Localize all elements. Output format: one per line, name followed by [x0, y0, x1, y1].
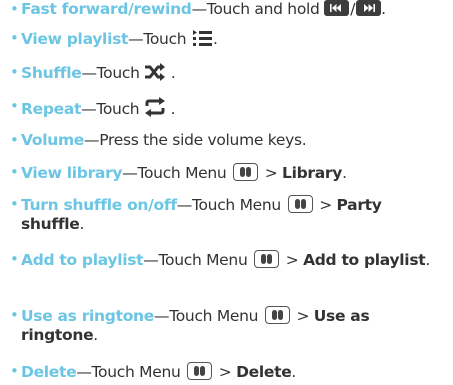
menu-key-icon: [287, 195, 313, 213]
bullet: •: [10, 97, 19, 115]
list-item: • Shuffle—Touch .: [10, 63, 448, 86]
menu-key-icon: [264, 306, 290, 324]
item-gt: >: [281, 251, 304, 269]
item-gt: >: [314, 196, 337, 214]
list-item: • View library—Touch Menu > Library.: [10, 163, 448, 183]
item-text: —Press the side volume keys.: [84, 131, 307, 149]
list-item: • Delete—Touch Menu > Delete.: [10, 362, 448, 382]
item-text: —Touch Menu: [154, 307, 263, 325]
playlist-icon: [191, 29, 213, 52]
item-term: Repeat: [21, 100, 82, 118]
item-term: Volume: [21, 131, 85, 149]
menu-key-icon: [187, 362, 213, 380]
bullet: •: [10, 163, 19, 181]
bullet: •: [10, 306, 19, 324]
item-gt: >: [291, 307, 314, 325]
item-text: —Touch Menu: [176, 196, 286, 214]
list-item: • Use as ringtone—Touch Menu > Use as ri…: [10, 306, 448, 345]
list-item: • Turn shuffle on/off—Touch Menu > Party…: [10, 195, 448, 234]
item-end: .: [342, 164, 347, 182]
instruction-list: • Fast forward/rewind—Touch and hold /. …: [0, 0, 453, 385]
item-term: Add to playlist: [21, 251, 144, 269]
item-text: —Touch Menu: [122, 164, 232, 182]
item-text: —Touch: [81, 64, 145, 82]
item-text: —Touch: [128, 30, 191, 48]
item-term: Fast forward/rewind: [21, 0, 192, 18]
menu-key-icon: [254, 250, 280, 268]
list-item: • Volume—Press the side volume keys.: [10, 131, 448, 150]
icon-separator: /: [350, 0, 356, 18]
item-term: View library: [21, 164, 123, 182]
item-term: Use as ringtone: [21, 307, 154, 325]
rewind-icon: [324, 0, 350, 16]
item-end: .: [425, 251, 430, 269]
item-end: .: [381, 0, 386, 18]
item-end: .: [79, 215, 85, 233]
item-target: Delete: [236, 363, 292, 381]
list-item: • Add to playlist—Touch Menu > Add to pl…: [10, 250, 448, 270]
list-item: • Fast forward/rewind—Touch and hold /.: [10, 0, 448, 19]
item-text: —Touch and hold: [191, 0, 325, 18]
item-end: .: [165, 100, 176, 118]
item-target: Library: [282, 164, 343, 182]
item-term: Shuffle: [21, 64, 82, 82]
menu-key-icon: [233, 163, 259, 181]
bullet: •: [10, 131, 19, 149]
item-end: .: [166, 64, 176, 82]
item-end: .: [291, 363, 297, 381]
bullet: •: [10, 0, 19, 18]
fast-forward-icon: [356, 0, 382, 16]
item-text: —Touch Menu: [143, 251, 253, 269]
item-term: View playlist: [21, 30, 129, 48]
list-item: • Repeat—Touch .: [10, 97, 448, 122]
item-end: .: [212, 30, 218, 48]
item-gt: >: [260, 164, 283, 182]
list-item: • View playlist—Touch .: [10, 29, 448, 52]
bullet: •: [10, 362, 19, 380]
item-term: Delete: [21, 363, 77, 381]
item-term: Turn shuffle on/off: [21, 196, 177, 214]
bullet: •: [10, 29, 19, 47]
bullet: •: [10, 250, 19, 268]
item-target: Add to playlist: [303, 251, 426, 269]
shuffle-icon: [144, 63, 166, 86]
item-text: —Touch Menu: [76, 363, 186, 381]
repeat-icon: [144, 97, 166, 122]
item-gt: >: [214, 363, 237, 381]
bullet: •: [10, 63, 19, 81]
item-text: —Touch: [81, 100, 144, 118]
item-end: .: [93, 326, 98, 344]
bullet: •: [10, 195, 19, 213]
